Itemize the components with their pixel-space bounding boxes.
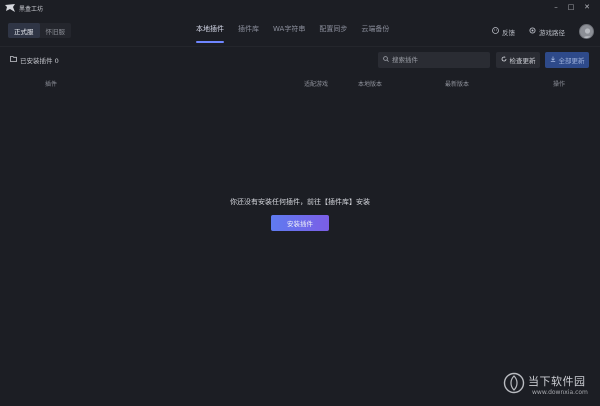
main-tabs: 本地插件 插件库 WA字符串 配置同步 云端备份 xyxy=(196,24,389,44)
server-mode-switch: 正式服 怀旧服 xyxy=(8,23,71,38)
column-latest-version: 最新版本 xyxy=(445,81,470,88)
plugin-table-header: 插件 适配游戏 本地版本 最新版本 操作 xyxy=(0,79,600,89)
check-update-button[interactable]: 检查更新 xyxy=(496,52,540,68)
installed-count: 已安装插件 0 xyxy=(10,55,59,65)
empty-state-message: 你还没有安装任何插件，前往【插件库】安装 xyxy=(230,198,370,206)
column-local-version: 本地版本 xyxy=(358,81,383,88)
watermark-text: 当下软件园 xyxy=(528,375,586,388)
tab-cloud-backup[interactable]: 云端备份 xyxy=(361,24,389,44)
watermark-logo-icon xyxy=(503,372,525,394)
minimize-button[interactable]: – xyxy=(551,2,561,12)
search-box xyxy=(378,52,490,68)
mode-official-button[interactable]: 正式服 xyxy=(8,23,40,38)
tab-wa-strings[interactable]: WA字符串 xyxy=(273,24,305,44)
game-path-label: 游戏路径 xyxy=(539,28,565,37)
update-all-button[interactable]: 全部更新 xyxy=(545,52,589,68)
column-game: 适配游戏 xyxy=(304,81,329,88)
tab-local-plugins[interactable]: 本地插件 xyxy=(196,24,224,44)
download-icon xyxy=(550,56,559,64)
header-actions: 反馈 游戏路径 xyxy=(492,24,594,39)
gear-icon xyxy=(529,27,539,36)
tab-plugin-library[interactable]: 插件库 xyxy=(238,24,259,44)
tab-config-sync[interactable]: 配置同步 xyxy=(319,24,347,44)
feedback-button[interactable]: 反馈 xyxy=(492,27,515,37)
installed-label: 已安装插件 0 xyxy=(20,57,59,65)
search-input[interactable] xyxy=(392,56,482,64)
title-bar: 黑盒工坊 – □ ✕ xyxy=(0,0,600,16)
install-plugin-button[interactable]: 安装插件 xyxy=(271,215,329,231)
watermark-url: www.downxia.com xyxy=(532,389,588,396)
folder-icon xyxy=(10,56,20,64)
game-path-button[interactable]: 游戏路径 xyxy=(529,27,565,37)
header-divider xyxy=(0,46,600,47)
blackbox-logo-icon xyxy=(5,4,15,12)
avatar[interactable] xyxy=(579,24,594,39)
app-title: 黑盒工坊 xyxy=(19,6,44,13)
feedback-icon xyxy=(492,27,502,36)
check-update-label: 检查更新 xyxy=(509,57,536,65)
refresh-icon xyxy=(501,56,510,64)
update-all-label: 全部更新 xyxy=(558,57,585,65)
maximize-button[interactable]: □ xyxy=(566,2,576,12)
search-icon xyxy=(383,56,389,64)
feedback-label: 反馈 xyxy=(502,28,515,37)
close-button[interactable]: ✕ xyxy=(582,2,592,12)
column-plugin: 插件 xyxy=(45,81,58,88)
column-actions: 操作 xyxy=(553,81,566,88)
mode-classic-button[interactable]: 怀旧服 xyxy=(40,23,72,38)
